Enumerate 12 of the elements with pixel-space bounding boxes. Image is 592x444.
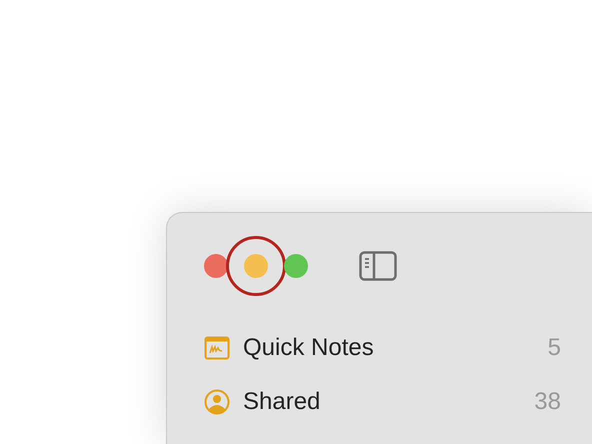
item-count: 38 xyxy=(534,387,561,417)
person-icon xyxy=(204,389,230,415)
sidebar-item[interactable]: Quick Notes 5 xyxy=(204,321,561,375)
zoom-window-button[interactable] xyxy=(284,254,308,278)
sidebar-toggle-button[interactable] xyxy=(359,251,397,281)
item-count: 5 xyxy=(548,333,561,363)
item-label: Quick Notes xyxy=(243,333,374,363)
close-window-button[interactable] xyxy=(204,254,228,278)
sidebar-item[interactable]: Shared 38 xyxy=(204,375,561,429)
sidebar-icon xyxy=(359,251,397,281)
item-label: Shared xyxy=(243,387,320,417)
quick-note-icon xyxy=(204,336,230,360)
